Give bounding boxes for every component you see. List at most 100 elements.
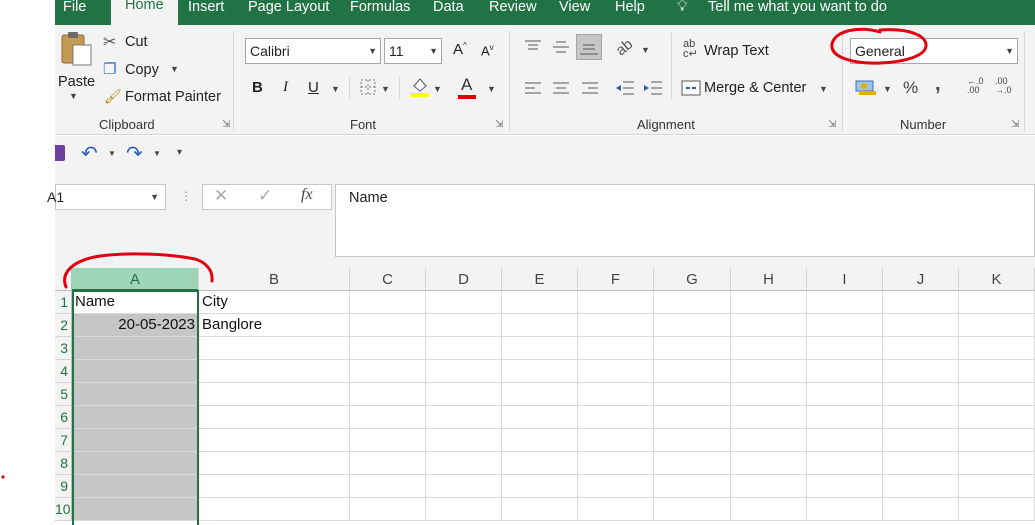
row-header-4[interactable]: 4: [55, 360, 72, 383]
align-right-icon[interactable]: [581, 80, 599, 96]
cell-g2[interactable]: [654, 314, 731, 337]
cell-a10[interactable]: [72, 498, 199, 521]
cell-b6[interactable]: [199, 406, 350, 429]
cell-k10[interactable]: [959, 498, 1035, 521]
cell-b10[interactable]: [199, 498, 350, 521]
cell-f3[interactable]: [578, 337, 654, 360]
copy-chevron-icon[interactable]: ▼: [170, 64, 179, 74]
cell-c8[interactable]: [350, 452, 426, 475]
row-header-7[interactable]: 7: [55, 429, 72, 452]
cell-f8[interactable]: [578, 452, 654, 475]
cell-h9[interactable]: [731, 475, 807, 498]
cell-d5[interactable]: [426, 383, 502, 406]
lightbulb-icon[interactable]: 💡︎: [677, 0, 688, 25]
merge-center-icon[interactable]: [681, 80, 701, 96]
copy-icon[interactable]: ❐: [103, 60, 116, 78]
cell-k5[interactable]: [959, 383, 1035, 406]
cell-c4[interactable]: [350, 360, 426, 383]
cell-f9[interactable]: [578, 475, 654, 498]
cell-a8[interactable]: [72, 452, 199, 475]
scissors-icon[interactable]: ✂: [103, 32, 116, 52]
cell-k4[interactable]: [959, 360, 1035, 383]
format-painter-icon[interactable]: 🖌︎: [104, 88, 122, 105]
cell-b1[interactable]: City: [199, 291, 350, 314]
cell-f7[interactable]: [578, 429, 654, 452]
column-header-f[interactable]: F: [578, 268, 654, 291]
cell-c10[interactable]: [350, 498, 426, 521]
cell-c2[interactable]: [350, 314, 426, 337]
cell-d6[interactable]: [426, 406, 502, 429]
cell-a9[interactable]: [72, 475, 199, 498]
cell-i10[interactable]: [807, 498, 883, 521]
tab-home[interactable]: Home: [111, 0, 178, 25]
cell-g6[interactable]: [654, 406, 731, 429]
clipboard-launcher-icon[interactable]: ⇲: [222, 119, 230, 130]
bottom-align-button[interactable]: [576, 34, 602, 60]
cell-d9[interactable]: [426, 475, 502, 498]
format-painter-button[interactable]: Format Painter: [125, 89, 221, 105]
top-align-icon[interactable]: [524, 39, 542, 55]
column-header-g[interactable]: G: [654, 268, 731, 291]
increase-indent-icon[interactable]: [643, 79, 663, 97]
currency-icon[interactable]: [855, 79, 877, 97]
cell-h4[interactable]: [731, 360, 807, 383]
cell-c5[interactable]: [350, 383, 426, 406]
cell-d7[interactable]: [426, 429, 502, 452]
borders-chevron-icon[interactable]: ▼: [381, 84, 390, 94]
cell-i1[interactable]: [807, 291, 883, 314]
cell-c9[interactable]: [350, 475, 426, 498]
merge-center-button[interactable]: Merge & Center: [704, 80, 806, 96]
cell-d8[interactable]: [426, 452, 502, 475]
number-format-dropdown[interactable]: General ▼: [850, 38, 1018, 64]
cell-k7[interactable]: [959, 429, 1035, 452]
cell-e6[interactable]: [502, 406, 578, 429]
orientation-chevron-icon[interactable]: ▼: [641, 45, 650, 55]
column-header-i[interactable]: I: [807, 268, 883, 291]
worksheet-grid[interactable]: A B C D E F G H I J K 1 2 3 4 5 6 7 8 9 …: [55, 268, 1035, 525]
cell-j10[interactable]: [883, 498, 959, 521]
column-header-d[interactable]: D: [426, 268, 502, 291]
borders-icon[interactable]: [359, 78, 377, 96]
cell-k6[interactable]: [959, 406, 1035, 429]
underline-chevron-icon[interactable]: ▼: [331, 84, 340, 94]
cell-j2[interactable]: [883, 314, 959, 337]
cut-button[interactable]: Cut: [125, 34, 148, 50]
tab-help[interactable]: Help: [615, 0, 645, 25]
select-all-corner[interactable]: [55, 268, 72, 291]
tab-insert[interactable]: Insert: [188, 0, 224, 25]
bold-button[interactable]: B: [252, 79, 263, 96]
cell-h8[interactable]: [731, 452, 807, 475]
redo-chevron-icon[interactable]: ▼: [153, 149, 161, 158]
underline-button[interactable]: U: [308, 79, 319, 96]
cell-k3[interactable]: [959, 337, 1035, 360]
cell-d2[interactable]: [426, 314, 502, 337]
cell-b7[interactable]: [199, 429, 350, 452]
cell-j4[interactable]: [883, 360, 959, 383]
wrap-text-button[interactable]: Wrap Text: [704, 43, 769, 59]
row-header-6[interactable]: 6: [55, 406, 72, 429]
cell-i4[interactable]: [807, 360, 883, 383]
cell-b9[interactable]: [199, 475, 350, 498]
tab-view[interactable]: View: [559, 0, 590, 25]
cell-i3[interactable]: [807, 337, 883, 360]
cell-b5[interactable]: [199, 383, 350, 406]
cell-g10[interactable]: [654, 498, 731, 521]
cell-c1[interactable]: [350, 291, 426, 314]
tab-file[interactable]: File: [63, 0, 86, 25]
cell-e5[interactable]: [502, 383, 578, 406]
cell-g1[interactable]: [654, 291, 731, 314]
cell-i5[interactable]: [807, 383, 883, 406]
number-launcher-icon[interactable]: ⇲: [1011, 119, 1019, 130]
cell-j9[interactable]: [883, 475, 959, 498]
formula-input[interactable]: Name: [335, 184, 1035, 257]
save-icon[interactable]: [55, 145, 65, 161]
cell-k8[interactable]: [959, 452, 1035, 475]
column-header-j[interactable]: J: [883, 268, 959, 291]
row-header-2[interactable]: 2: [55, 314, 72, 337]
cell-h1[interactable]: [731, 291, 807, 314]
cell-f2[interactable]: [578, 314, 654, 337]
column-header-k[interactable]: K: [959, 268, 1035, 291]
cell-k9[interactable]: [959, 475, 1035, 498]
cell-f5[interactable]: [578, 383, 654, 406]
cell-i8[interactable]: [807, 452, 883, 475]
